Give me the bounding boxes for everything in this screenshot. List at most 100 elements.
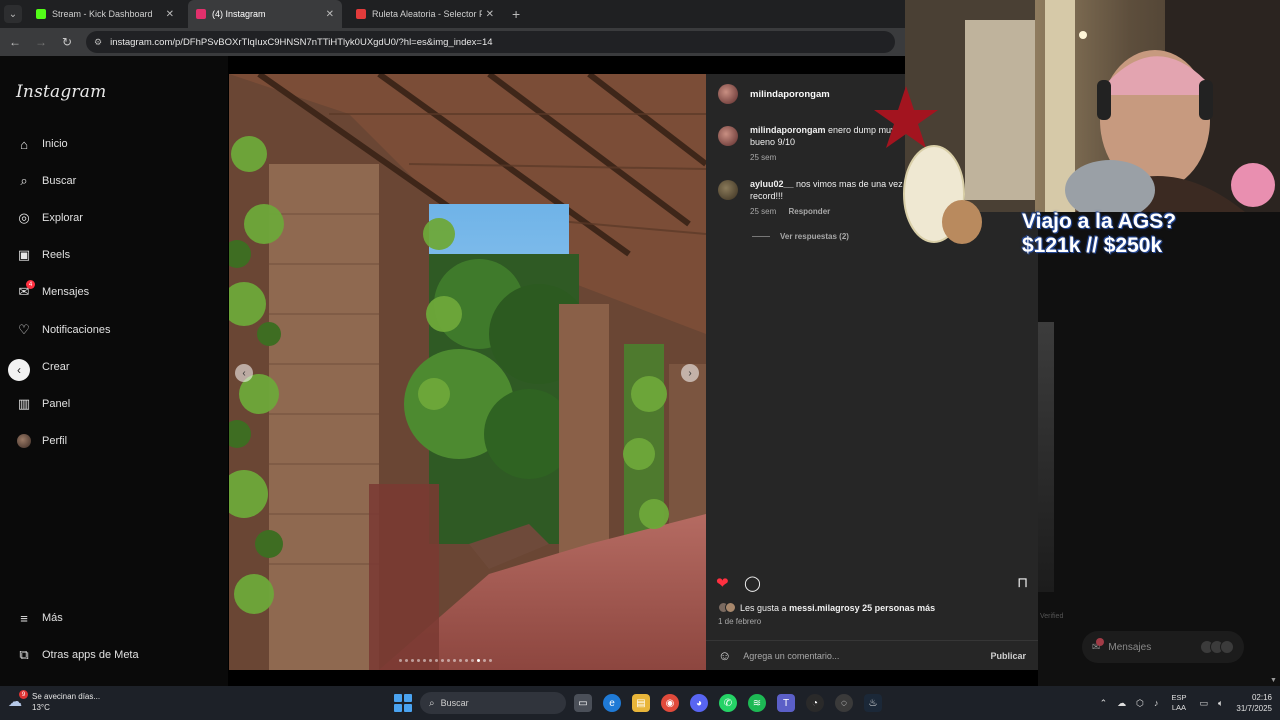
nav-otras-apps-meta[interactable]: ⧉ Otras apps de Meta	[16, 645, 139, 665]
task-view-icon[interactable]: ▭	[574, 694, 592, 712]
nav-label: Perfil	[42, 435, 68, 447]
microphone-icon[interactable]: ♪	[1154, 698, 1159, 708]
next-photo-chevron-icon[interactable]: ›	[681, 364, 699, 382]
chevron-up-icon[interactable]: ⌃	[1100, 698, 1108, 709]
clock-time: 02:16	[1251, 693, 1272, 702]
language-indicator[interactable]: ESP LAA	[1171, 693, 1186, 713]
profile-avatar	[16, 433, 32, 449]
discord-icon[interactable]: ◕	[690, 694, 708, 712]
liked-heart-icon[interactable]: ❤	[716, 574, 729, 592]
nav-inicio[interactable]: ⌂ Inicio	[16, 134, 68, 154]
nav-reels[interactable]: ▣ Reels	[16, 245, 70, 265]
spotify-icon[interactable]: ≋	[748, 694, 766, 712]
tab-ruleta[interactable]: Ruleta Aleatoria - Selector Pers ✕	[348, 0, 502, 28]
post-photo[interactable]: ‹ ›	[229, 74, 706, 670]
teams-icon[interactable]: T	[777, 694, 795, 712]
chevron-left-icon[interactable]: ‹	[8, 359, 30, 381]
tab-search-dropdown[interactable]: ⌄	[4, 5, 22, 23]
comment-username[interactable]: milindaporongam	[750, 125, 826, 135]
likes-suffix[interactable]: y 25 personas más	[855, 603, 936, 613]
tray-app-icon[interactable]: ⬡	[1136, 698, 1144, 709]
close-tab-icon[interactable]: ✕	[486, 9, 494, 20]
nav-panel[interactable]: ▥ Panel	[16, 394, 70, 414]
weather-cloud-icon: ☁ 9	[8, 690, 28, 711]
close-tab-icon[interactable]: ✕	[326, 9, 334, 20]
url-input[interactable]: ⚙ instagram.com/p/DFhPSvBOXrTlqIuxC9HNSN…	[86, 31, 895, 53]
publish-button[interactable]: Publicar	[990, 651, 1026, 661]
network-icon[interactable]: ▭	[1199, 698, 1208, 709]
previous-photo-chevron-icon[interactable]: ‹	[235, 364, 253, 382]
whatsapp-icon[interactable]: ✆	[719, 694, 737, 712]
speaker-icon[interactable]: 🔈︎	[1218, 698, 1223, 709]
post-header: milindaporongam	[718, 84, 830, 104]
comment-username[interactable]: ayluu02__	[750, 179, 794, 189]
cloud-icon[interactable]: ☁	[1117, 698, 1126, 709]
instagram-sidebar: Instagram ⌂ Inicio ⌕ Buscar ◎ Explorar ▣…	[0, 56, 228, 686]
clock-date: 31/7/2025	[1236, 704, 1272, 713]
tab-title: Stream - Kick Dashboard	[52, 9, 153, 19]
scroll-down-icon[interactable]: ▼	[1270, 677, 1277, 684]
reload-icon[interactable]: ↻	[56, 31, 78, 53]
likes-prefix: Les gusta a	[740, 602, 787, 613]
author-username[interactable]: milindaporongam	[750, 89, 830, 100]
nav-label: Explorar	[42, 212, 83, 224]
add-comment-bar: ☺ Agrega un comentario... Publicar	[706, 640, 1038, 670]
close-tab-icon[interactable]: ✕	[166, 9, 174, 20]
bookmark-icon[interactable]: ⊓	[1017, 574, 1028, 591]
nav-explorar[interactable]: ◎ Explorar	[16, 208, 83, 228]
tab-title: (4) Instagram	[212, 9, 266, 19]
weather-title: Se avecinan días...	[32, 692, 101, 701]
messages-pill[interactable]: ✉ Mensajes	[1082, 631, 1244, 663]
nav-label: Mensajes	[42, 286, 90, 298]
taskbar-search-input[interactable]: ⌕ Buscar	[420, 692, 566, 714]
file-explorer-icon[interactable]: ▤	[632, 694, 650, 712]
taskbar-clock[interactable]: 02:16 31/7/2025	[1236, 692, 1272, 714]
new-tab-icon[interactable]: +	[512, 6, 520, 22]
forward-arrow-icon[interactable]: →	[30, 31, 52, 53]
site-info-icon[interactable]: ⚙	[94, 37, 102, 48]
instagram-logo[interactable]: Instagram	[16, 82, 106, 102]
messenger-icon: ✉ 4	[16, 280, 35, 300]
nav-perfil[interactable]: Perfil	[16, 431, 67, 451]
nav-label: Más	[42, 612, 63, 624]
steam-icon[interactable]: ♨	[864, 694, 882, 712]
tab-kick-dashboard[interactable]: Stream - Kick Dashboard ✕	[28, 0, 182, 28]
browser-address-bar: ← → ↻ ⚙ instagram.com/p/DFhPSvBOXrTlqIux…	[0, 28, 905, 56]
comment-bubble-icon[interactable]: ◯	[744, 574, 761, 592]
back-arrow-icon[interactable]: ←	[4, 31, 26, 53]
obs-icon[interactable]: ◔	[806, 694, 824, 712]
system-tray: ⌃ ☁ ⬡ ♪ ESP LAA ▭ 🔈︎ 02:16 31/7/2025	[1095, 690, 1272, 716]
reply-button[interactable]: Responder	[788, 207, 830, 216]
app-icon[interactable]: ◌	[835, 694, 853, 712]
unread-badge: 4	[26, 280, 35, 289]
nav-label: Crear	[42, 361, 70, 373]
nav-label: Panel	[42, 398, 71, 410]
url-text: instagram.com/p/DFhPSvBOXrTlqIuxC9HNSN7n…	[110, 36, 493, 48]
emoji-icon[interactable]: ☺	[718, 648, 731, 663]
tab-instagram[interactable]: (4) Instagram ✕	[188, 0, 342, 28]
author-avatar[interactable]	[718, 84, 738, 104]
comment-avatar[interactable]	[718, 180, 738, 200]
message-avatars	[1200, 640, 1234, 654]
search-icon: ⌕	[20, 173, 28, 188]
view-replies-button[interactable]: Ver respuestas (2)	[752, 232, 849, 241]
comment-input[interactable]: Agrega un comentario...	[743, 651, 990, 661]
stream-overlay-text: Viajo a la AGS? $121k // $250k	[1022, 210, 1176, 258]
nav-buscar[interactable]: ⌕ Buscar	[16, 171, 76, 191]
ruleta-favicon-icon	[356, 9, 366, 19]
comment-avatar[interactable]	[718, 126, 738, 146]
nav-notificaciones[interactable]: ♡ Notificaciones	[16, 320, 110, 340]
nav-mas[interactable]: ≡ Más	[16, 608, 63, 628]
kick-favicon-icon	[36, 9, 46, 19]
likes-summary[interactable]: Les gusta a messi.milagros y 25 personas…	[718, 602, 935, 613]
nav-mensajes[interactable]: ✉ 4 Mensajes	[16, 280, 90, 302]
panel-icon: ▥	[17, 396, 31, 411]
likes-username[interactable]: messi.milagros	[789, 603, 855, 613]
weather-widget[interactable]: ☁ 9 Se avecinan días... 13°C	[8, 690, 101, 713]
edge-icon[interactable]: e	[603, 694, 621, 712]
chrome-icon[interactable]: ◉	[661, 694, 679, 712]
messages-pill-label: Mensajes	[1108, 641, 1152, 653]
tab-title: Ruleta Aleatoria - Selector Pers	[372, 9, 482, 19]
windows-start-icon[interactable]	[394, 694, 412, 712]
nav-label: Otras apps de Meta	[42, 649, 139, 661]
